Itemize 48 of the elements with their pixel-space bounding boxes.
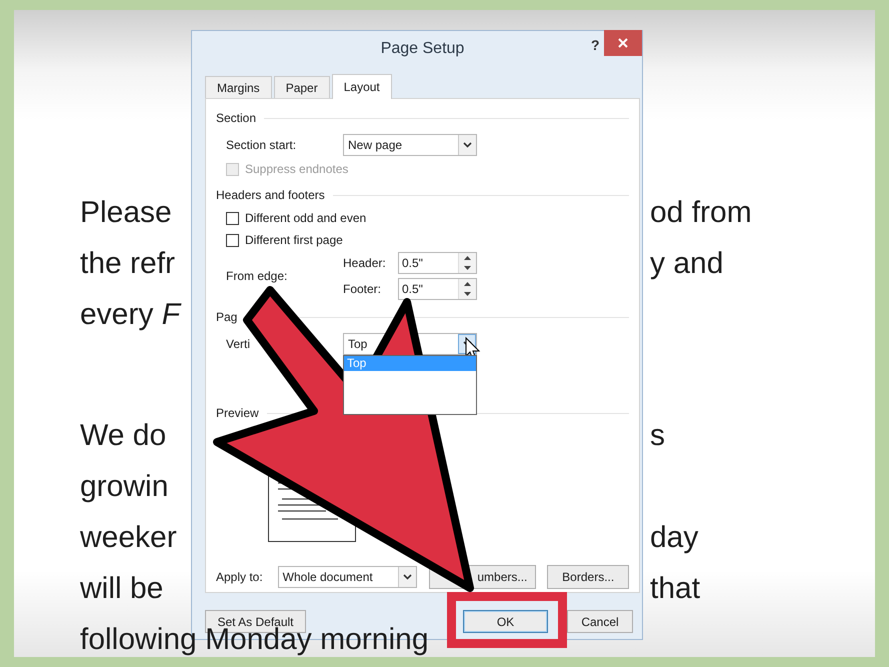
document-text: will be — [80, 574, 164, 604]
tab[interactable]: Paper — [274, 76, 330, 98]
up-arrow-icon[interactable] — [464, 256, 471, 260]
group-heading: Section — [216, 110, 256, 127]
chevron-down-icon — [462, 341, 472, 347]
close-icon — [618, 38, 628, 48]
checkbox[interactable] — [226, 212, 239, 224]
chevron-down-icon — [463, 142, 472, 148]
checkbox-label: Different odd and even — [245, 210, 366, 227]
document-text: every F — [80, 300, 180, 330]
field-label: Footer: — [343, 281, 382, 298]
group-heading: Preview — [216, 405, 259, 422]
document-text: Please — [80, 198, 172, 228]
down-arrow-icon[interactable] — [464, 292, 471, 296]
up-arrow-icon[interactable] — [464, 282, 471, 286]
tab[interactable]: Layout — [332, 74, 392, 99]
checkbox-label: Different first page — [245, 232, 343, 249]
dialog-button[interactable]: Cancel — [567, 610, 633, 633]
document-text: the refr — [80, 248, 176, 278]
chevron-down-icon — [402, 574, 412, 580]
tab[interactable]: Margins — [205, 76, 272, 98]
field-label: From edge: — [226, 268, 288, 285]
field-label: Section start: — [226, 137, 298, 154]
field-label: Header: — [343, 255, 387, 272]
document-text: weeker — [80, 522, 177, 552]
window-title: Page Setup — [380, 38, 464, 58]
dropdown[interactable]: New page — [343, 134, 477, 156]
dialog-button[interactable]: Borders... — [547, 565, 629, 589]
field-label: Apply to: — [216, 569, 264, 586]
document-text: growin — [80, 472, 168, 502]
checkbox[interactable] — [226, 234, 239, 246]
dialog-button[interactable]: OK — [463, 610, 548, 633]
document-text: od from — [650, 198, 752, 228]
document-text: We do — [80, 420, 166, 450]
help-button[interactable]: ? — [591, 35, 600, 56]
spin-field[interactable]: 0.5" — [398, 278, 477, 300]
group-heading: Headers and footers — [216, 187, 325, 204]
dropdown[interactable]: Whole document — [278, 566, 417, 588]
document-text: y and — [650, 248, 724, 278]
group-heading: Pag — [216, 309, 238, 326]
field-label: Verti — [226, 336, 252, 353]
spin-field[interactable]: 0.5" — [398, 252, 477, 274]
down-arrow-icon[interactable] — [464, 266, 471, 270]
close-button[interactable] — [604, 30, 642, 56]
document-text: day — [650, 522, 698, 552]
document-text: that — [650, 574, 700, 604]
checkbox-label: Suppress endnotes — [245, 161, 348, 178]
document-text: s — [650, 420, 665, 450]
